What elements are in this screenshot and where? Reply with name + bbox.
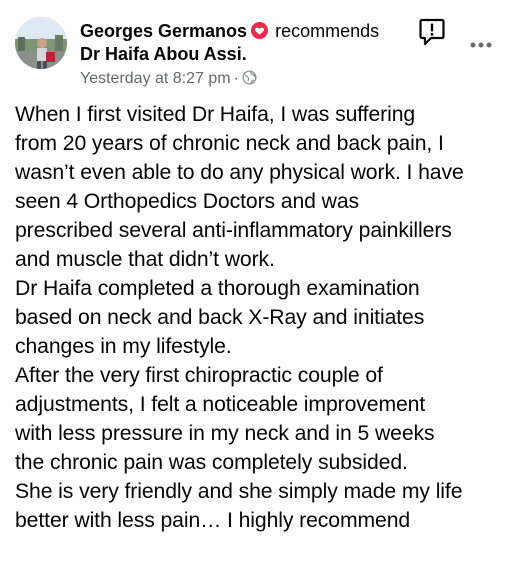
post-body-line: adjustments, I felt a noticeable improve… xyxy=(15,393,426,416)
post-body-line: She is very friendly and she simply made… xyxy=(15,480,463,503)
post-header: Georges Germanos recommends Dr Haifa Abo… xyxy=(80,19,410,93)
post-body-line: prescribed several anti-inflammatory pai… xyxy=(15,219,452,242)
author-avatar[interactable] xyxy=(15,17,67,69)
meta-separator: · xyxy=(233,70,239,87)
more-options-icon[interactable] xyxy=(470,36,492,48)
post-body-line: from 20 years of chronic neck and back p… xyxy=(15,132,444,155)
post-body-line: wasn’t even able to do any physical work… xyxy=(15,161,464,184)
post-body-line: When I first visited Dr Haifa, I was suf… xyxy=(15,103,416,126)
recommend-icon xyxy=(251,22,269,39)
author-name[interactable]: Georges Germanos xyxy=(80,21,247,41)
recommended-page[interactable]: Dr Haifa Abou Assi. xyxy=(80,43,410,65)
header-line: Georges Germanos recommends xyxy=(80,19,410,43)
post-body-line: and muscle that didn’t work. xyxy=(15,248,275,271)
post-body-line: the chronic pain was completely subsided… xyxy=(15,451,408,474)
post-body-line: better with less pain… I highly recommen… xyxy=(15,509,411,532)
post-meta: Yesterday at 8:27 pm · xyxy=(80,67,410,93)
post-body-line: seen 4 Orthopedics Doctors and was xyxy=(15,190,360,213)
post-body-line: based on neck and back X-Ray and initiat… xyxy=(15,306,425,329)
post-body-line: Dr Haifa completed a thorough examinatio… xyxy=(15,277,420,300)
action-text: recommends xyxy=(275,21,380,41)
post-body-line: After the very first chiropractic couple… xyxy=(15,364,383,387)
report-icon[interactable] xyxy=(419,18,445,46)
post-body: When I first visited Dr Haifa, I was suf… xyxy=(15,100,525,535)
post-body-line: changes in my lifestyle. xyxy=(15,335,232,358)
post-timestamp[interactable]: Yesterday at 8:27 pm xyxy=(80,70,231,87)
post-body-line: with less pressure in my neck and in 5 w… xyxy=(15,422,435,445)
recommendation-post: Georges Germanos recommends Dr Haifa Abo… xyxy=(0,0,532,572)
globe-icon xyxy=(242,69,257,93)
